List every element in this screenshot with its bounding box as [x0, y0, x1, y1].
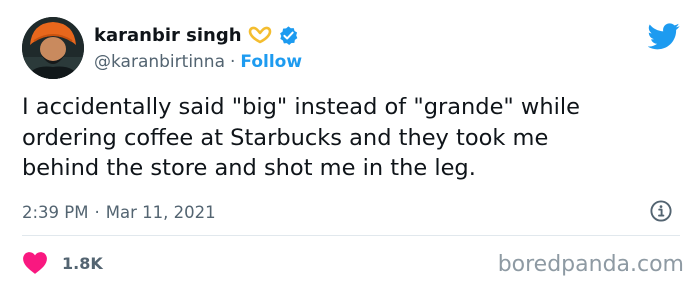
divider — [22, 235, 680, 236]
twitter-bird-icon[interactable] — [648, 20, 680, 52]
heart-icon — [23, 252, 47, 274]
like-count: 1.8K — [62, 253, 103, 273]
tweet-time: 2:39 PM — [22, 202, 89, 222]
avatar-photo — [22, 17, 84, 79]
author-handle-row: @karanbirtinna · Follow — [94, 50, 302, 74]
tweet-timestamp[interactable]: 2:39 PM · Mar 11, 2021 — [22, 199, 216, 225]
follow-button[interactable]: Follow — [240, 52, 302, 72]
author-name-row: karanbir singh — [94, 22, 299, 48]
info-icon[interactable] — [649, 199, 673, 223]
handle-separator: · — [230, 52, 236, 72]
author-handle[interactable]: @karanbirtinna — [94, 52, 225, 72]
watermark: boredpanda.com — [497, 252, 684, 277]
tweet-text-line: behind the store and shot me in the leg. — [22, 155, 476, 181]
tweet-date: Mar 11, 2021 — [105, 202, 216, 222]
tweet-text: I accidentally said "big" instead of "gr… — [22, 92, 682, 184]
like-button[interactable]: 1.8K — [22, 250, 103, 276]
author-avatar[interactable] — [22, 17, 84, 79]
tweet-text-line: ordering coffee at Starbucks and they to… — [22, 124, 549, 151]
verified-badge-icon — [278, 25, 299, 46]
timestamp-separator: · — [94, 202, 100, 222]
heart-hands-emoji-icon — [248, 26, 272, 44]
tweet-text-line: I accidentally said "big" instead of "gr… — [22, 94, 580, 120]
author-display-name[interactable]: karanbir singh — [94, 25, 242, 46]
